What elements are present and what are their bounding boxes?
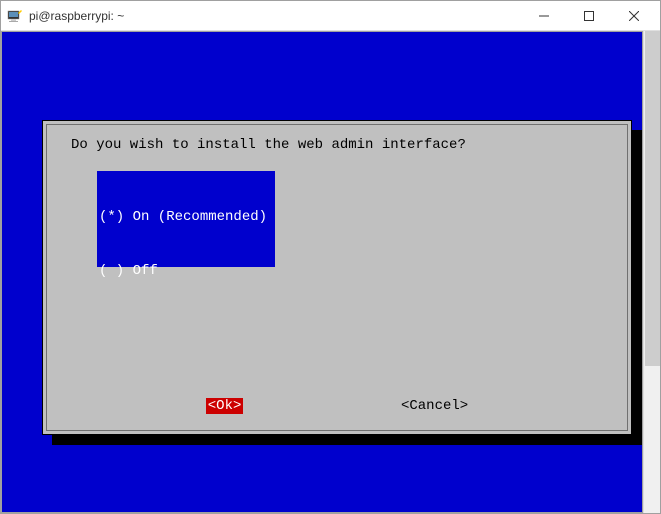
dialog-inner: Do you wish to install the web admin int… [46,124,628,431]
maximize-button[interactable] [566,1,611,30]
client-area: Do you wish to install the web admin int… [1,31,660,513]
close-button[interactable] [611,1,656,30]
dialog-buttons: <Ok> <Cancel> [47,398,627,414]
close-icon [629,11,639,21]
vertical-scrollbar[interactable] [643,31,660,513]
config-dialog: Do you wish to install the web admin int… [42,120,632,435]
minimize-icon [539,11,549,21]
option-off[interactable]: ( ) Off [99,262,273,280]
options-list[interactable]: (*) On (Recommended) ( ) Off [97,171,275,267]
ok-button[interactable]: <Ok> [206,398,244,414]
cancel-button[interactable]: <Cancel> [401,398,468,414]
app-window: pi@raspberrypi: ~ Do you wish to install… [0,0,661,514]
minimize-button[interactable] [521,1,566,30]
terminal[interactable]: Do you wish to install the web admin int… [1,31,643,513]
window-controls [521,1,656,30]
option-on[interactable]: (*) On (Recommended) [99,208,273,226]
titlebar[interactable]: pi@raspberrypi: ~ [1,1,660,31]
putty-icon [7,8,23,24]
window-title: pi@raspberrypi: ~ [29,9,521,23]
dialog-question: Do you wish to install the web admin int… [71,137,603,153]
maximize-icon [584,11,594,21]
scrollbar-thumb[interactable] [645,31,660,366]
